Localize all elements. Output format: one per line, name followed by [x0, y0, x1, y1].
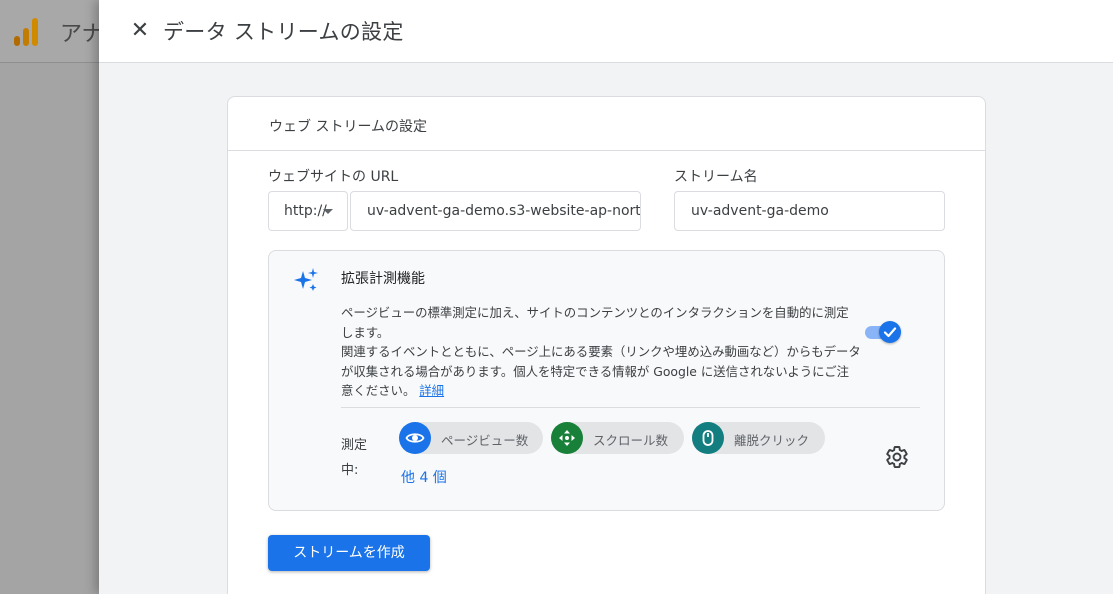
panel-title: データ ストリームの設定 [163, 20, 404, 44]
protocol-select[interactable]: http:// [268, 191, 348, 231]
sparkle-icon [294, 268, 318, 291]
background-app-title: アナ [60, 22, 104, 47]
check-icon [879, 321, 901, 343]
divider [341, 407, 920, 408]
chip-page-views[interactable]: ページビュー数 [399, 422, 543, 454]
chevron-down-icon [323, 209, 333, 214]
stream-name-label: ストリーム名 [674, 169, 758, 185]
stream-name-input[interactable]: uv-advent-ga-demo [674, 191, 945, 231]
chip-label: ページビュー数 [441, 433, 529, 448]
gear-icon[interactable] [885, 445, 909, 469]
website-url-label: ウェブサイトの URL [268, 169, 399, 185]
analytics-logo-icon [14, 16, 40, 46]
more-events-link[interactable]: 他 4 個 [401, 467, 447, 487]
eye-icon [399, 422, 431, 454]
detail-link[interactable]: 詳細 [419, 383, 444, 398]
chip-label: 離脱クリック [734, 433, 810, 448]
data-stream-settings-panel: ✕ データ ストリームの設定 ウェブ ストリームの設定 ウェブサイトの URL … [99, 0, 1113, 594]
card-header: ウェブ ストリームの設定 [228, 97, 985, 151]
close-icon[interactable]: ✕ [127, 18, 153, 44]
panel-header: ✕ データ ストリームの設定 [99, 0, 1113, 63]
web-stream-settings-card: ウェブ ストリームの設定 ウェブサイトの URL http:// uv-adve… [227, 96, 986, 594]
enhanced-measurement-description: ページビューの標準測定に加え、サイトのコンテンツとのインタラクションを自動的に測… [341, 303, 861, 401]
enhanced-measurement-section: 拡張計測機能 ページビューの標準測定に加え、サイトのコンテンツとのインタラクショ… [268, 250, 945, 511]
enhanced-measurement-toggle[interactable] [865, 321, 903, 343]
mouse-icon [692, 422, 724, 454]
scroll-arrows-icon [551, 422, 583, 454]
measuring-label: 測定中: [341, 438, 368, 478]
chip-outbound-clicks[interactable]: 離脱クリック [692, 422, 825, 454]
enhanced-measurement-title: 拡張計測機能 [341, 271, 425, 287]
create-stream-button[interactable]: ストリームを作成 [268, 535, 430, 571]
chip-label: スクロール数 [593, 433, 669, 448]
protocol-value: http:// [284, 203, 327, 219]
chip-scrolls[interactable]: スクロール数 [551, 422, 684, 454]
website-url-input[interactable]: uv-advent-ga-demo.s3-website-ap-northeas… [350, 191, 641, 231]
